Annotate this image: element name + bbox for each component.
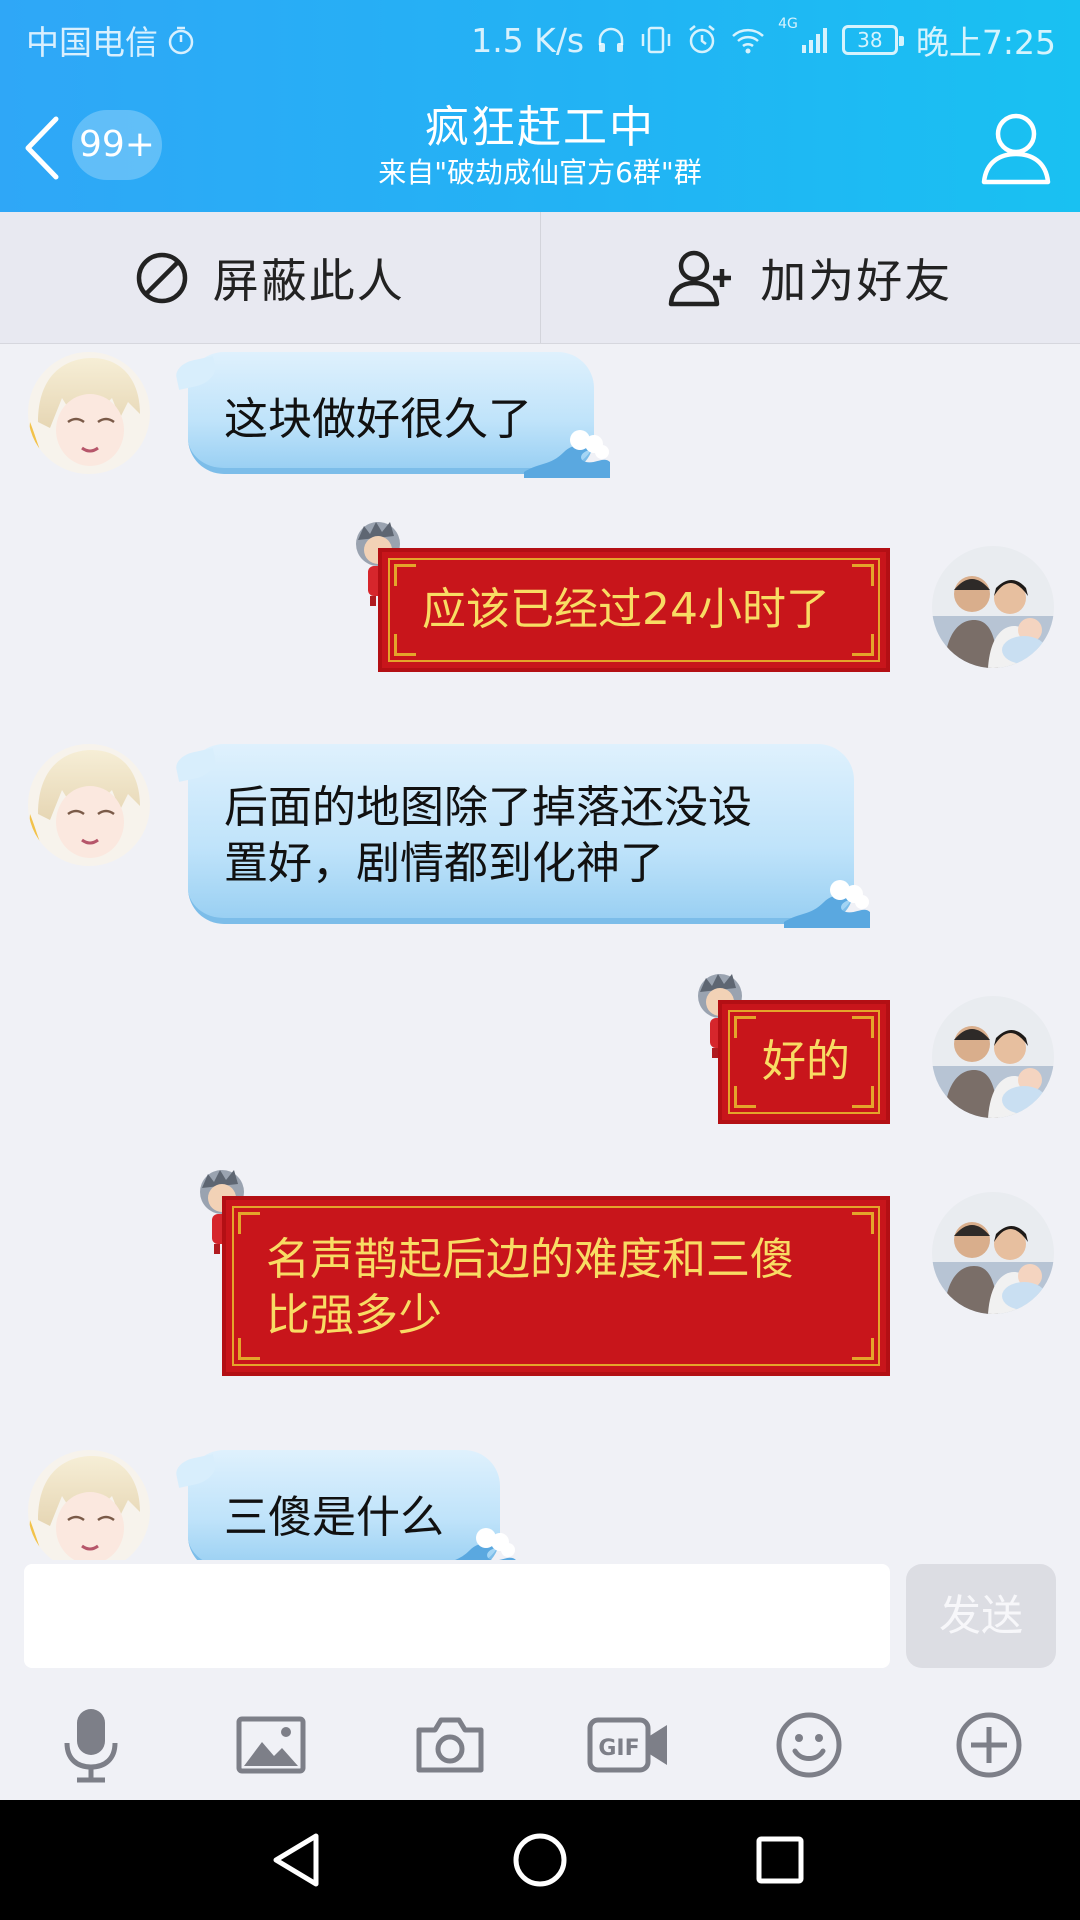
emoji-button[interactable] bbox=[764, 1700, 854, 1790]
family-avatar[interactable] bbox=[932, 996, 1054, 1118]
block-user-label: 屏蔽此人 bbox=[212, 253, 405, 308]
message-item: 三傻是什么 bbox=[0, 1444, 1080, 1560]
status-right: 1.5 K/s 4G 38 晚上7:25 bbox=[471, 16, 1056, 64]
wave-decoration-icon bbox=[524, 430, 610, 478]
camera-button[interactable] bbox=[405, 1700, 495, 1790]
chat-header: 中国电信 1.5 K/s 4G 38 晚上7:25 99+ 疯狂赶工中 来自"破… bbox=[0, 0, 1080, 212]
status-bar: 中国电信 1.5 K/s 4G 38 晚上7:25 bbox=[0, 0, 1080, 72]
message-bubble[interactable]: 应该已经过24小时了 bbox=[378, 548, 890, 672]
chat-title: 疯狂赶工中 bbox=[425, 102, 655, 153]
wave-decoration-icon bbox=[784, 880, 870, 928]
message-bubble[interactable]: 这块做好很久了 bbox=[188, 352, 610, 478]
message-text: 三傻是什么 bbox=[224, 1492, 444, 1543]
back-button[interactable] bbox=[18, 112, 66, 184]
plus-icon bbox=[956, 1712, 1022, 1778]
unread-badge[interactable]: 99+ bbox=[72, 110, 162, 180]
mic-icon bbox=[64, 1709, 118, 1783]
system-home-button[interactable] bbox=[508, 1828, 572, 1892]
message-text: 好的 bbox=[762, 1036, 850, 1087]
anime-avatar[interactable] bbox=[28, 1450, 150, 1560]
message-text-line: 比强多少 bbox=[266, 1290, 442, 1341]
signal-icon bbox=[801, 28, 827, 53]
chat-subtitle: 来自"破劫成仙官方6群"群 bbox=[378, 156, 702, 189]
carrier-label: 中国电信 bbox=[26, 23, 158, 62]
message-bubble[interactable]: 名声鹊起后边的难度和三傻 比强多少 bbox=[222, 1196, 890, 1376]
svg-text:GIF: GIF bbox=[598, 1736, 639, 1761]
block-user-button[interactable]: 屏蔽此人 bbox=[0, 212, 540, 343]
message-item: 应该已经过24小时了 bbox=[0, 522, 1080, 684]
message-text-line: 置好，剧情都到化神了 bbox=[224, 838, 664, 889]
status-left: 中国电信 bbox=[26, 16, 196, 64]
gif-icon: GIF bbox=[587, 1717, 667, 1773]
net-speed-label: 1.5 K/s bbox=[471, 20, 585, 60]
message-item: 名声鹊起后边的难度和三傻 比强多少 bbox=[0, 1170, 1080, 1382]
title-block: 疯狂赶工中 来自"破劫成仙官方6群"群 bbox=[290, 102, 790, 192]
block-icon bbox=[136, 252, 187, 303]
alarm-icon bbox=[689, 25, 715, 54]
nav-bar: 99+ 疯狂赶工中 来自"破劫成仙官方6群"群 bbox=[0, 92, 1080, 212]
add-person-icon bbox=[669, 250, 732, 306]
stopwatch-icon bbox=[168, 26, 194, 55]
message-text-line: 后面的地图除了掉落还没设 bbox=[224, 782, 752, 833]
wifi-icon bbox=[732, 28, 764, 54]
camera-icon bbox=[416, 1717, 484, 1773]
vibrate-icon bbox=[641, 26, 671, 54]
system-recents-button[interactable] bbox=[748, 1828, 812, 1892]
message-text-line: 名声鹊起后边的难度和三傻 bbox=[266, 1234, 794, 1285]
square-recents-icon bbox=[756, 1836, 804, 1884]
network-type-label: 4G bbox=[778, 16, 798, 32]
message-list[interactable]: 这块做好很久了 应该已经过24小时了 后面的地图除了掉落还没设 置好，剧情都到化… bbox=[0, 344, 1080, 1560]
battery-level: 38 bbox=[857, 28, 883, 52]
wave-decoration-icon bbox=[454, 1528, 516, 1560]
anime-avatar[interactable] bbox=[28, 744, 150, 866]
message-item: 这块做好很久了 bbox=[0, 344, 1080, 484]
input-toolbar: GIF bbox=[0, 1700, 1080, 1800]
message-bubble[interactable]: 后面的地图除了掉落还没设 置好，剧情都到化神了 bbox=[188, 744, 870, 928]
message-item: 好的 bbox=[0, 974, 1080, 1126]
message-text: 这块做好很久了 bbox=[224, 394, 532, 445]
headphones-icon bbox=[598, 27, 624, 52]
back-arrow-icon bbox=[25, 116, 59, 180]
family-avatar[interactable] bbox=[932, 1192, 1054, 1314]
send-button[interactable]: 发送 bbox=[906, 1564, 1056, 1668]
battery-icon: 38 bbox=[841, 25, 904, 55]
message-bubble[interactable]: 好的 bbox=[718, 1000, 890, 1124]
anime-avatar[interactable] bbox=[28, 352, 150, 474]
family-avatar[interactable] bbox=[932, 546, 1054, 668]
stranger-action-bar: 屏蔽此人 加为好友 bbox=[0, 212, 1080, 344]
image-icon bbox=[236, 1716, 306, 1774]
add-friend-button[interactable]: 加为好友 bbox=[539, 212, 1080, 343]
emoji-icon bbox=[776, 1712, 842, 1778]
message-item: 后面的地图除了掉落还没设 置好，剧情都到化神了 bbox=[0, 736, 1080, 936]
input-area: 发送 GIF bbox=[0, 1560, 1080, 1800]
add-friend-label: 加为好友 bbox=[760, 253, 953, 308]
message-input[interactable] bbox=[24, 1564, 890, 1668]
profile-button[interactable] bbox=[980, 110, 1052, 186]
message-bubble[interactable]: 三傻是什么 bbox=[188, 1450, 516, 1560]
triangle-back-icon bbox=[273, 1833, 319, 1887]
clock-label: 晚上7:25 bbox=[915, 23, 1056, 62]
system-navigation-bar bbox=[0, 1800, 1080, 1920]
message-text: 应该已经过24小时了 bbox=[422, 584, 830, 635]
circle-home-icon bbox=[513, 1833, 567, 1887]
system-back-button[interactable] bbox=[266, 1828, 330, 1892]
image-button[interactable] bbox=[226, 1700, 316, 1790]
more-button[interactable] bbox=[944, 1700, 1034, 1790]
voice-button[interactable] bbox=[46, 1700, 136, 1790]
person-icon bbox=[981, 113, 1051, 185]
gif-button[interactable]: GIF bbox=[584, 1700, 674, 1790]
